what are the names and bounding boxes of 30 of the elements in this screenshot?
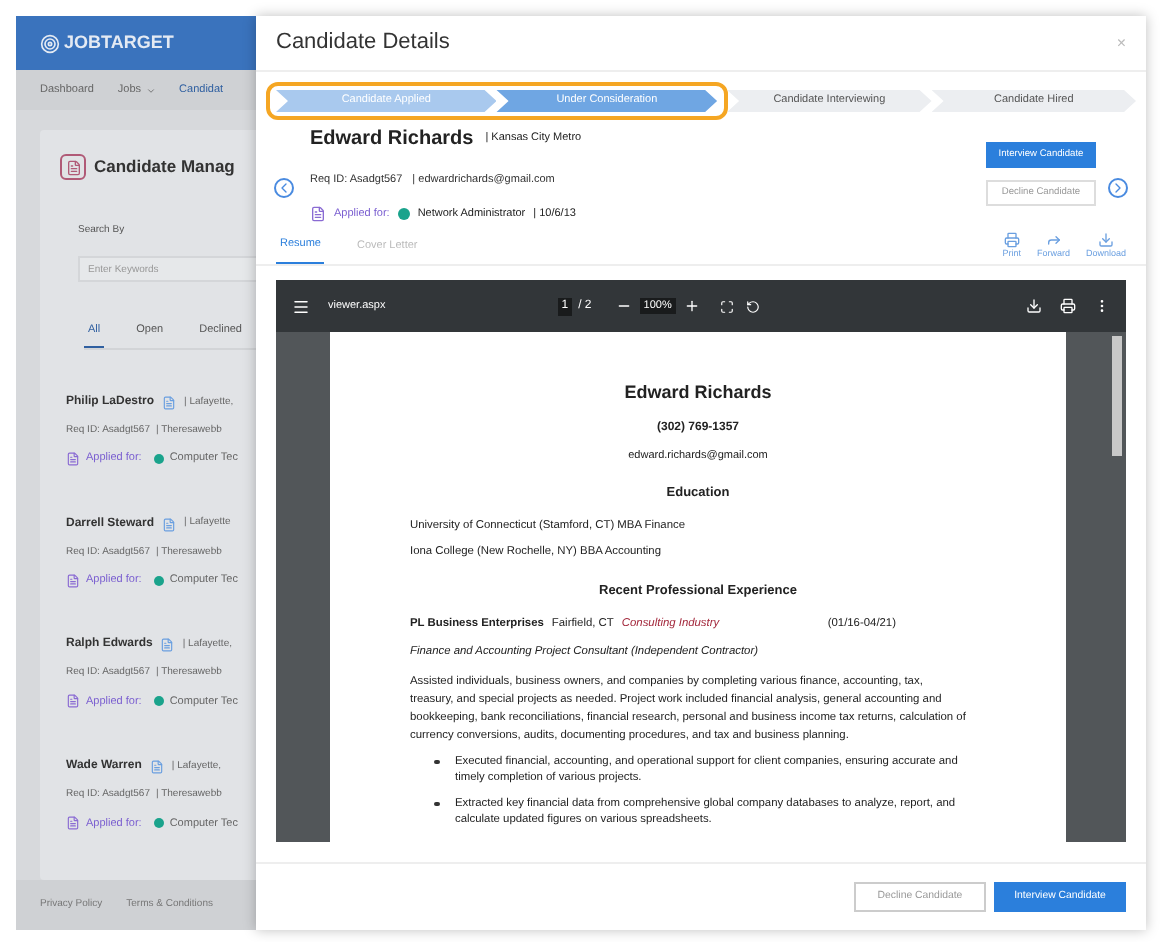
printer-icon[interactable]: [1060, 298, 1076, 315]
document-icon: [66, 573, 80, 588]
resume-name: Edward Richards: [622, 380, 774, 407]
next-button[interactable]: [1108, 177, 1128, 198]
document-icon: [149, 760, 164, 774]
document-icon: [160, 638, 175, 653]
download-icon[interactable]: [1026, 298, 1042, 315]
logo: JOBTARGET: [64, 29, 174, 56]
document-icon: [162, 517, 177, 531]
bullet-icon: [434, 801, 439, 807]
document-icon: [310, 206, 326, 223]
forward-icon: [1045, 231, 1062, 247]
document-icon: [66, 451, 80, 466]
previous-button[interactable]: [274, 177, 294, 198]
rotate-icon[interactable]: [745, 299, 760, 314]
fit-page-icon[interactable]: [719, 299, 734, 314]
candidate-icon: [60, 154, 86, 180]
bullet-icon: [434, 759, 439, 765]
menu-icon[interactable]: [292, 297, 310, 316]
download-icon: [1097, 231, 1114, 247]
document-icon: [66, 816, 80, 831]
page-title: Candidate Manag: [94, 154, 235, 180]
document-icon: [66, 694, 80, 709]
scrollbar: [1112, 336, 1122, 457]
printer-icon: [1003, 231, 1020, 247]
logo-icon: [40, 33, 60, 53]
candidate-name: Edward Richards: [310, 126, 474, 154]
modal-title: Candidate Details: [276, 28, 450, 59]
document-icon: [162, 395, 177, 410]
zoom-in-icon[interactable]: [683, 298, 700, 315]
